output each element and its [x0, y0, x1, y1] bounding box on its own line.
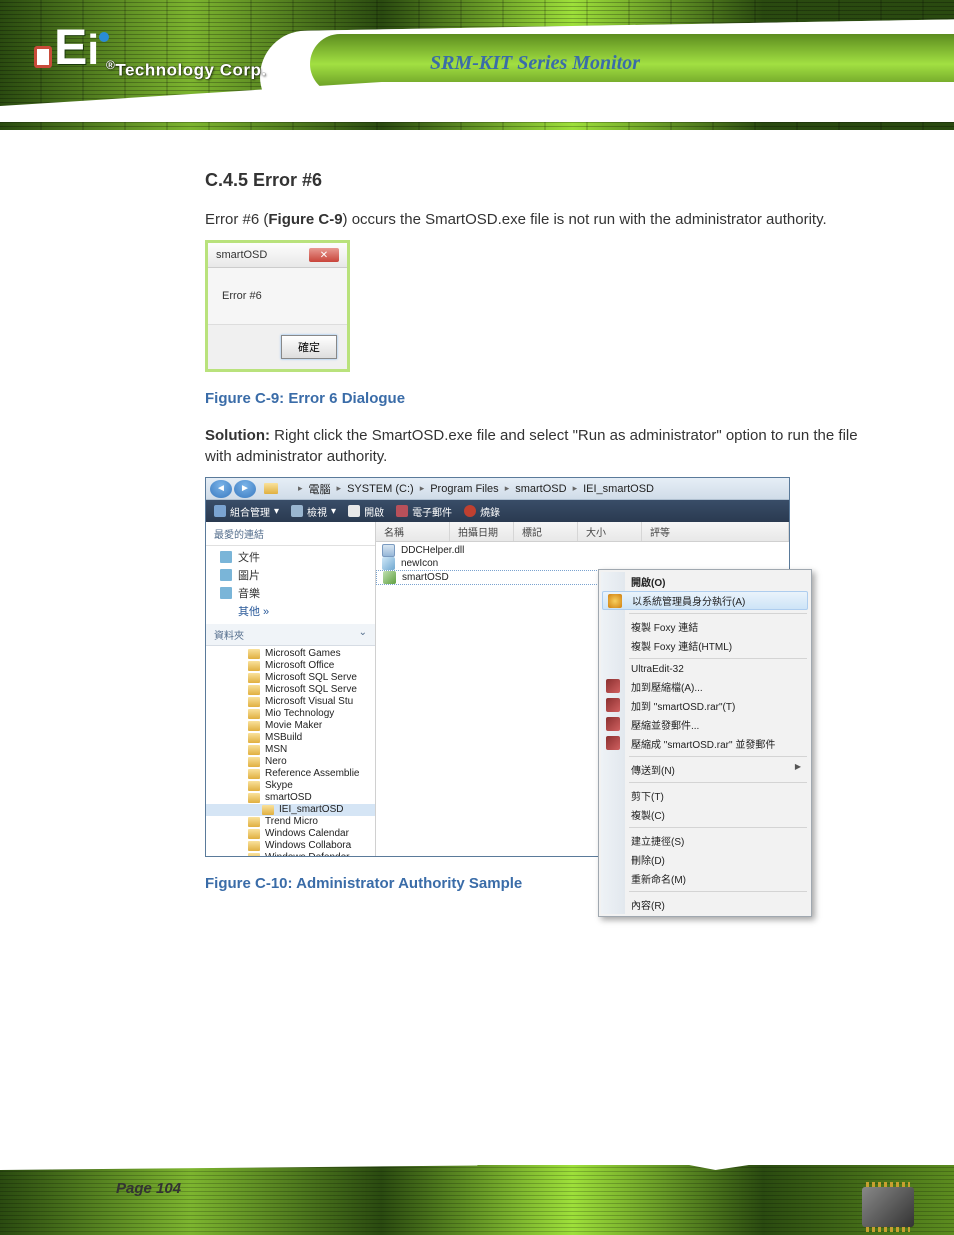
ctx-copy[interactable]: 複製(C)	[601, 805, 809, 824]
ctx-run-as-admin[interactable]: 以系統管理員身分執行(A)	[602, 591, 808, 610]
dialog-title: smartOSD	[216, 249, 267, 261]
fav-documents[interactable]: 文件	[214, 548, 367, 566]
chevron-down-icon: ⌄	[359, 627, 367, 642]
tree-item[interactable]: MSN	[206, 744, 375, 756]
ctx-foxy-link[interactable]: 複製 Foxy 連結	[601, 617, 809, 636]
fav-more[interactable]: 其他 »	[214, 602, 367, 620]
chip-icon	[862, 1187, 914, 1227]
explorer-main: 名稱 拍攝日期 標記 大小 評等 DDCHelper.dll newIcon s…	[376, 522, 789, 856]
footer-banner: Page 104	[0, 1125, 954, 1235]
fav-pictures[interactable]: 圖片	[214, 566, 367, 584]
dialog-titlebar: smartOSD ✕	[208, 243, 347, 268]
ctx-add-archive[interactable]: 加到壓縮檔(A)...	[601, 677, 809, 696]
solution-text: Solution: Right click the SmartOSD.exe f…	[205, 425, 874, 467]
ctx-rename[interactable]: 重新命名(M)	[601, 869, 809, 888]
ctx-properties[interactable]: 內容(R)	[601, 895, 809, 914]
ctx-delete[interactable]: 刪除(D)	[601, 850, 809, 869]
ctx-compress-email[interactable]: 壓縮並發郵件...	[601, 715, 809, 734]
folder-tree: Microsoft Games Microsoft Office Microso…	[206, 646, 375, 856]
ctx-shortcut[interactable]: 建立捷徑(S)	[601, 831, 809, 850]
tree-item[interactable]: Windows Defender	[206, 852, 375, 856]
explorer-navbar: ◄ ► ▸電腦 ▸SYSTEM (C:) ▸Program Files ▸sma…	[206, 478, 789, 500]
tree-item[interactable]: Nero	[206, 756, 375, 768]
dialog-message: Error #6	[208, 268, 347, 324]
logo-text: Ei	[34, 18, 99, 76]
column-headers: 名稱 拍攝日期 標記 大小 評等	[376, 522, 789, 542]
folder-icon	[264, 483, 278, 494]
tree-item[interactable]: Microsoft Visual Stu	[206, 696, 375, 708]
dialog-footer: 確定	[208, 324, 347, 369]
tree-item[interactable]: Mio Technology	[206, 708, 375, 720]
tree-item[interactable]: Microsoft Games	[206, 648, 375, 660]
tool-email[interactable]: 電子郵件	[396, 504, 452, 519]
ctx-foxy-html[interactable]: 複製 Foxy 連結(HTML)	[601, 636, 809, 655]
tree-item[interactable]: Microsoft Office	[206, 660, 375, 672]
footer-swoosh	[0, 1125, 954, 1170]
archive-icon	[606, 736, 620, 750]
brand-text: ®Technology Corp.	[106, 58, 267, 81]
ctx-ultraedit[interactable]: UltraEdit-32	[601, 662, 809, 677]
breadcrumb[interactable]: ▸電腦 ▸SYSTEM (C:) ▸Program Files ▸smartOS…	[296, 481, 656, 497]
favorites-label: 最愛的連結	[206, 522, 375, 546]
explorer-body: 最愛的連結 文件 圖片 音樂 其他 » 資料夾⌄ Microsoft Games…	[206, 522, 789, 856]
col-tags[interactable]: 標記	[514, 522, 578, 541]
tool-open[interactable]: 開啟	[348, 504, 384, 519]
tool-burn[interactable]: 燒錄	[464, 504, 500, 519]
tree-item[interactable]: MSBuild	[206, 732, 375, 744]
explorer-toolbar: 組合管理 ▾ 檢視 ▾ 開啟 電子郵件 燒錄	[206, 500, 789, 522]
tree-item[interactable]: Microsoft SQL Serve	[206, 684, 375, 696]
separator	[629, 782, 807, 783]
error-dialog-figure: smartOSD ✕ Error #6 確定	[205, 240, 350, 372]
tool-organize[interactable]: 組合管理 ▾	[214, 504, 279, 519]
ctx-compress-rar-email[interactable]: 壓縮成 "smartOSD.rar" 並發郵件	[601, 734, 809, 753]
col-rating[interactable]: 評等	[642, 522, 789, 541]
shield-icon	[608, 594, 622, 608]
archive-icon	[606, 679, 620, 693]
error-description: Error #6 (Figure C-9) occurs the SmartOS…	[205, 209, 874, 230]
chevron-right-icon: ▶	[795, 762, 801, 771]
separator	[629, 756, 807, 757]
explorer-figure: ◄ ► ▸電腦 ▸SYSTEM (C:) ▸Program Files ▸sma…	[205, 477, 790, 857]
tree-item[interactable]: Movie Maker	[206, 720, 375, 732]
product-title: SRM-KIT Series Monitor	[430, 52, 640, 75]
separator	[629, 613, 807, 614]
tree-item[interactable]: Reference Assemblie	[206, 768, 375, 780]
logo: Ei	[30, 18, 99, 76]
ctx-cut[interactable]: 剪下(T)	[601, 786, 809, 805]
archive-icon	[606, 717, 620, 731]
col-name[interactable]: 名稱	[376, 522, 450, 541]
folders-section[interactable]: 資料夾⌄	[206, 624, 375, 646]
tree-item[interactable]: Windows Collabora	[206, 840, 375, 852]
tool-views[interactable]: 檢視 ▾	[291, 504, 336, 519]
ctx-open[interactable]: 開啟(O)	[601, 572, 809, 591]
back-button[interactable]: ◄	[210, 480, 232, 498]
forward-button[interactable]: ►	[234, 480, 256, 498]
ctx-send-to[interactable]: 傳送到(N)▶	[601, 760, 809, 779]
ctx-add-rar[interactable]: 加到 "smartOSD.rar"(T)	[601, 696, 809, 715]
file-item[interactable]: DDCHelper.dll	[376, 544, 789, 557]
separator	[629, 658, 807, 659]
ok-button[interactable]: 確定	[281, 335, 337, 359]
tree-item-selected[interactable]: IEI_smartOSD	[206, 804, 375, 816]
tree-item[interactable]: smartOSD	[206, 792, 375, 804]
context-menu: 開啟(O) 以系統管理員身分執行(A) 複製 Foxy 連結 複製 Foxy 連…	[598, 569, 812, 917]
separator	[629, 827, 807, 828]
explorer-sidebar: 最愛的連結 文件 圖片 音樂 其他 » 資料夾⌄ Microsoft Games…	[206, 522, 376, 856]
archive-icon	[606, 698, 620, 712]
close-icon[interactable]: ✕	[309, 248, 339, 262]
tree-item[interactable]: Microsoft SQL Serve	[206, 672, 375, 684]
section-heading: C.4.5 Error #6	[205, 170, 874, 191]
col-size[interactable]: 大小	[578, 522, 642, 541]
separator	[629, 891, 807, 892]
figure-caption-1: Figure C-9: Error 6 Dialogue	[205, 390, 874, 407]
page-content: SRM-KIT Series Monitor C.4.5 Error #6 Er…	[0, 130, 954, 892]
tree-item[interactable]: Skype	[206, 780, 375, 792]
fav-music[interactable]: 音樂	[214, 584, 367, 602]
col-date[interactable]: 拍攝日期	[450, 522, 514, 541]
page-number: Page 104	[116, 1180, 181, 1197]
tree-item[interactable]: Trend Micro	[206, 816, 375, 828]
footer-pcb	[0, 1165, 954, 1235]
tree-item[interactable]: Windows Calendar	[206, 828, 375, 840]
